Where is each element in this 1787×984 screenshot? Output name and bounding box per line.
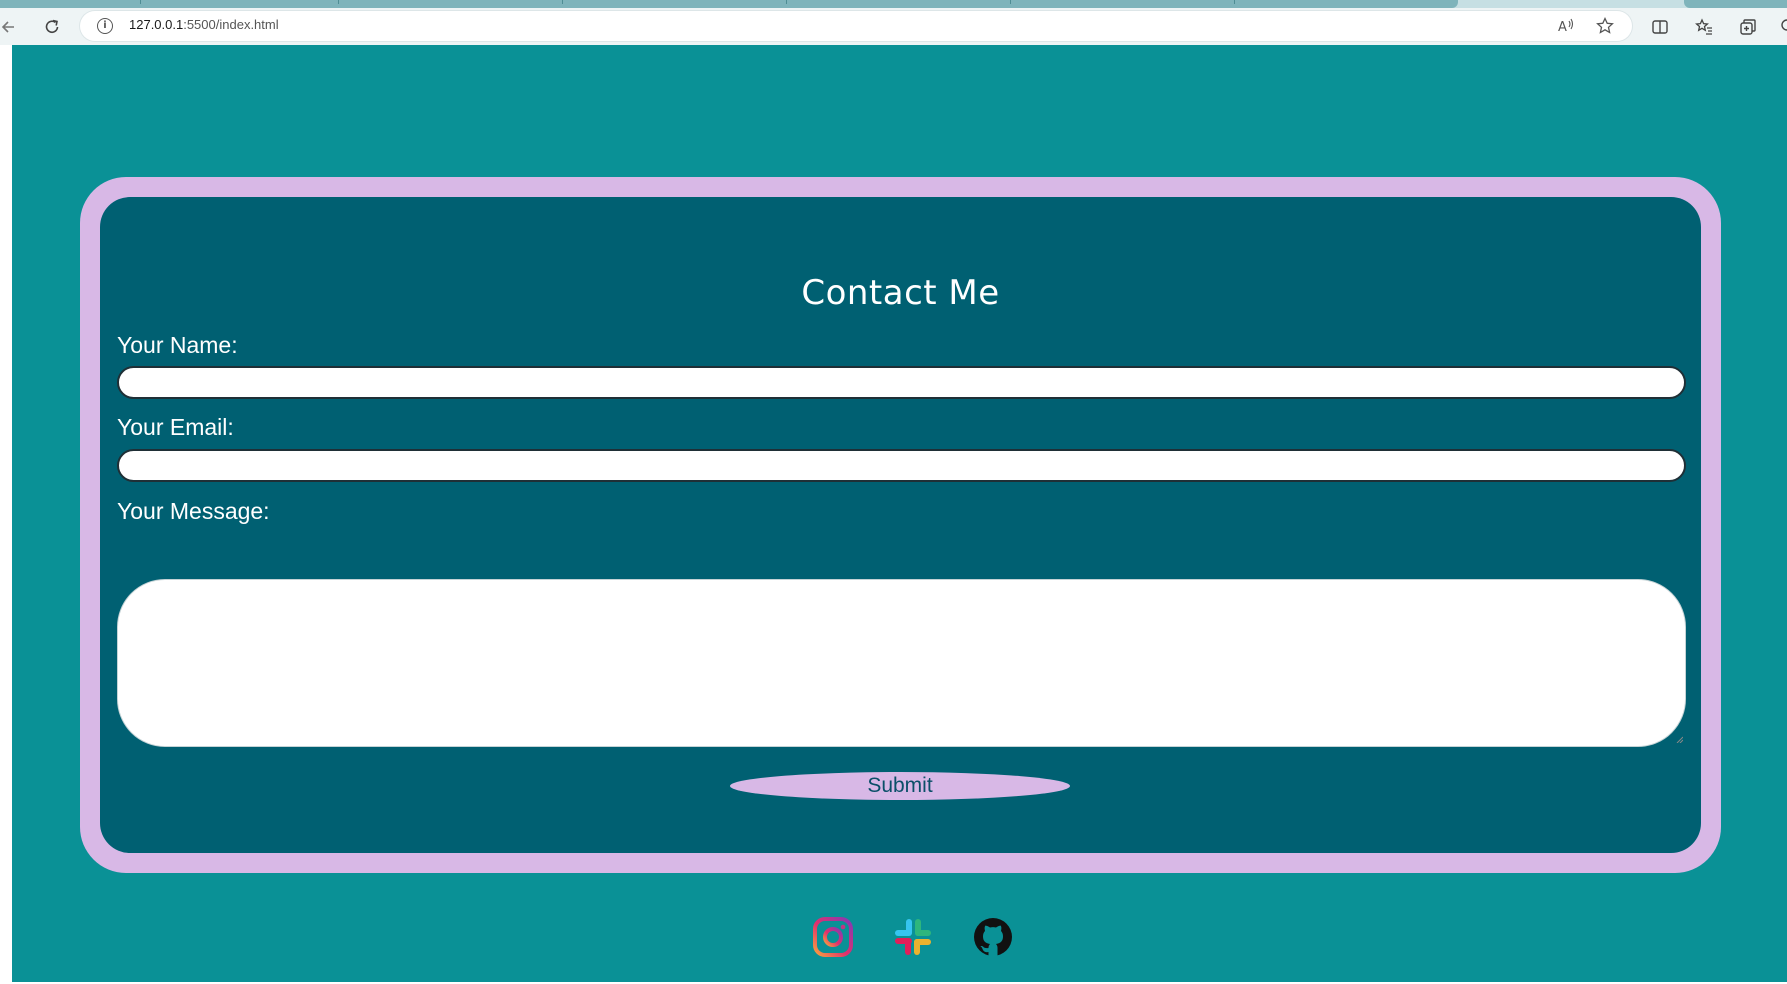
github-icon[interactable] — [972, 916, 1014, 958]
back-icon[interactable] — [0, 17, 20, 37]
name-field[interactable] — [117, 366, 1686, 399]
tab-bar[interactable] — [0, 0, 1458, 8]
site-info-icon[interactable]: i — [97, 18, 113, 34]
profile-icon[interactable] — [1777, 17, 1787, 37]
submit-button[interactable]: Submit — [730, 772, 1070, 800]
split-screen-icon[interactable] — [1650, 17, 1670, 37]
favorite-star-icon[interactable] — [1595, 16, 1615, 36]
refresh-icon[interactable] — [42, 17, 62, 37]
contact-form-frame: Contact Me Your Name: Your Email: Your M… — [80, 177, 1721, 873]
contact-form: Contact Me Your Name: Your Email: Your M… — [100, 197, 1701, 853]
name-label: Your Name: — [117, 332, 238, 358]
address-bar[interactable]: i 127.0.0.1:5500/index.html A — [80, 11, 1632, 41]
instagram-icon[interactable] — [812, 916, 854, 958]
social-links — [0, 916, 1787, 960]
svg-text:A: A — [1558, 20, 1567, 35]
url-text[interactable]: 127.0.0.1:5500/index.html — [129, 17, 279, 32]
viewport: Contact Me Your Name: Your Email: Your M… — [0, 45, 1787, 984]
browser-toolbar: i 127.0.0.1:5500/index.html A — [0, 8, 1787, 45]
email-field[interactable] — [117, 449, 1686, 482]
message-field[interactable] — [117, 579, 1686, 747]
tab-strip — [0, 0, 1787, 8]
email-label: Your Email: — [117, 414, 234, 440]
tab-bar-right[interactable] — [1684, 0, 1787, 8]
collections-icon[interactable] — [1738, 17, 1758, 37]
resize-grip-icon[interactable] — [1676, 736, 1683, 743]
page-title: Contact Me — [801, 273, 1000, 313]
message-label: Your Message: — [117, 498, 270, 524]
favorites-icon[interactable] — [1694, 17, 1714, 37]
slack-icon[interactable] — [892, 916, 934, 958]
read-aloud-icon[interactable]: A — [1556, 16, 1576, 36]
